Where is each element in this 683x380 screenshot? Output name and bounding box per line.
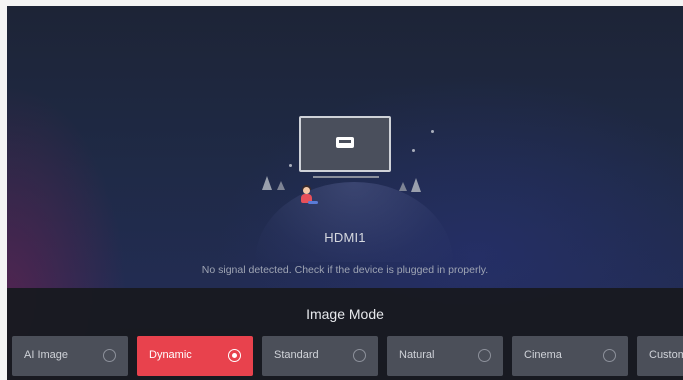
image-mode-panel: Image Mode AI Image Dynamic Standard Nat… xyxy=(7,288,683,380)
mode-label: Standard xyxy=(274,349,319,361)
input-source-name: HDMI1 xyxy=(324,230,366,245)
sparkle-icon xyxy=(412,149,415,152)
tree-icon xyxy=(399,182,407,191)
no-signal-message: No signal detected. Check if the device … xyxy=(201,264,489,276)
mode-label: Dynamic xyxy=(149,349,192,361)
mode-option-dynamic[interactable]: Dynamic xyxy=(137,336,253,376)
panel-title: Image Mode xyxy=(306,306,384,322)
tree-icon xyxy=(262,176,272,190)
tree-icon xyxy=(277,181,285,190)
tree-icon xyxy=(411,178,421,192)
mode-label: Natural xyxy=(399,349,435,361)
person-icon xyxy=(303,187,310,194)
radio-button-icon[interactable] xyxy=(478,349,491,362)
image-mode-options: AI Image Dynamic Standard Natural Cinema… xyxy=(12,336,683,376)
mode-option-standard[interactable]: Standard xyxy=(262,336,378,376)
tv-screen: HDMI1 No signal detected. Check if the d… xyxy=(7,6,683,380)
hdmi-port-icon xyxy=(336,137,354,148)
mode-option-cinema[interactable]: Cinema xyxy=(512,336,628,376)
person-legs xyxy=(308,201,318,204)
tv-stand xyxy=(313,172,379,178)
mode-option-natural[interactable]: Natural xyxy=(387,336,503,376)
mode-label: AI Image xyxy=(24,349,69,361)
sparkle-icon xyxy=(431,130,434,133)
illustration-hill xyxy=(255,182,453,262)
mode-label: Custom xyxy=(649,349,683,361)
radio-button-icon[interactable] xyxy=(353,349,366,362)
radio-button-icon[interactable] xyxy=(103,349,116,362)
mode-label: Cinema xyxy=(524,349,562,361)
mode-option-custom[interactable]: Custom xyxy=(637,336,683,376)
sparkle-icon xyxy=(289,164,292,167)
radio-button-icon[interactable] xyxy=(228,349,241,362)
radio-button-icon[interactable] xyxy=(603,349,616,362)
mode-option-ai-image[interactable]: AI Image xyxy=(12,336,128,376)
